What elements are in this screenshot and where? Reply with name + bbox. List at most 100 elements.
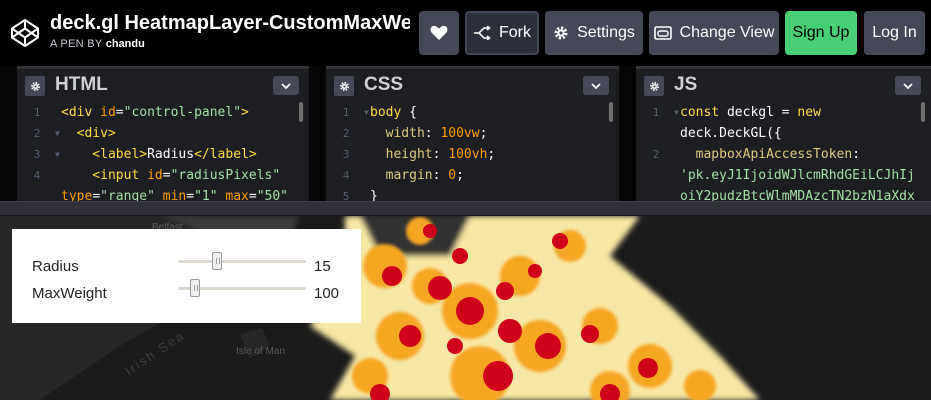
code-text: body { [370,102,417,123]
byline-prefix: A PEN BY [50,38,103,50]
code-token: > [241,105,249,120]
code-token: <input [61,168,148,183]
code-token: const [680,105,727,120]
line-number: 5 [342,190,350,201]
code-token: : [852,147,861,162]
code-line[interactable]: 5} [326,186,619,201]
radius-slider[interactable] [178,260,306,263]
fork-label: Fork [499,24,531,41]
code-token: = [115,105,124,120]
css-code[interactable]: 1 ▼ body {2 width: 100vw; 3 height: 100vh; 4… [326,102,619,201]
editor-resizer-html-css[interactable] [309,66,326,201]
code-text: } [370,186,378,201]
code-line[interactable]: 3 ▼ <label>Radius</label> [17,144,309,165]
change-view-button[interactable]: Change View [649,11,779,55]
codepen-logo-icon[interactable] [10,18,40,48]
author-link[interactable]: chandu [106,38,145,50]
code-token: "radiusPixels" [170,168,281,183]
code-line[interactable]: 2 mapboxApiAccessToken: [636,144,931,165]
code-token: "50" [256,189,289,201]
code-line[interactable]: 1 ▼ const deckgl = new [636,102,931,123]
js-collapse-button[interactable] [895,76,921,95]
map-label-isle-of-man: Isle of Man [236,346,285,357]
code-line[interactable]: 'pk.eyJ1IjoidWJlcmRhdGEiLCJhIj [636,165,931,186]
editor-resizer-css-js[interactable] [619,66,636,201]
code-token: "range" [100,189,163,201]
css-settings-button[interactable] [334,76,354,96]
code-line[interactable]: 4 margin: 0; [326,165,619,186]
code-line[interactable]: 4 <input id="radiusPixels" [17,165,309,186]
code-token: <label> [61,147,148,162]
html-scrollbar[interactable] [299,102,303,122]
code-token: deckgl = [726,105,798,120]
fold-arrow-icon[interactable]: ▼ [55,123,60,144]
code-token: : [432,168,449,183]
control-panel: Radius 15 MaxWeight 100 [12,229,361,323]
code-line[interactable]: 1 <div id="control-panel"> [17,102,309,123]
code-line[interactable]: 1 ▼ body { [326,102,619,123]
max-weight-slider-thumb[interactable] [189,279,200,297]
html-collapse-button[interactable] [273,76,299,95]
css-editor-header: CSS [326,66,619,99]
settings-button[interactable]: Settings [545,11,643,55]
html-code[interactable]: 1 <div id="control-panel"> 2 ▼ <div> 3 ▼ <lab… [17,102,309,201]
code-token: <div [61,105,101,120]
code-token: <div> [61,126,116,141]
sign-up-button[interactable]: Sign Up [785,11,857,55]
css-collapse-button[interactable] [583,76,609,95]
code-token: 100vh [448,147,488,162]
pen-byline: A PEN BY chandu [50,38,145,50]
code-token: type [61,189,93,201]
html-editor: HTML 1 <div id="control-panel"> 2 ▼ <div> 3 ▼… [17,66,309,201]
editor-preview-splitter[interactable] [0,201,931,216]
fold-arrow-icon[interactable]: ▼ [674,102,679,123]
fork-icon [474,26,491,40]
code-text: type="range" min="1" max="50" [61,186,288,201]
line-number: 3 [33,148,41,161]
fold-arrow-icon[interactable]: ▼ [364,102,369,123]
love-button[interactable] [419,11,459,55]
chevron-down-icon [591,82,601,89]
gear-icon [649,81,659,91]
fork-button[interactable]: Fork [465,11,539,55]
html-settings-button[interactable] [25,76,45,96]
line-number: 4 [342,169,350,182]
code-text: <label>Radius</label> [61,144,256,165]
js-editor: JS 1 ▼ const deckgl = new deck.DeckGL({ 2 ma… [636,66,931,201]
code-line[interactable]: 2 width: 100vw; [326,123,619,144]
js-editor-title: JS [674,74,698,95]
code-token: = [186,189,195,201]
code-line[interactable]: 3 height: 100vh; [326,144,619,165]
line-number: 2 [342,127,350,140]
js-editor-header: JS [636,66,931,99]
code-token: : [432,147,449,162]
log-in-button[interactable]: Log In [864,11,925,55]
js-settings-button[interactable] [644,76,664,96]
chevron-down-icon [903,82,913,89]
code-line[interactable]: deck.DeckGL({ [636,123,931,144]
radius-slider-thumb[interactable] [211,252,222,270]
code-token: deck.DeckGL({ [680,126,782,141]
code-token: 0 [448,168,457,183]
css-editor-title: CSS [364,74,404,95]
css-editor: CSS 1 ▼ body {2 width: 100vw; 3 height: 100… [326,66,619,201]
change-view-label: Change View [679,24,775,41]
fold-arrow-icon[interactable]: ▼ [55,144,60,165]
js-scrollbar[interactable] [921,102,925,122]
css-scrollbar[interactable] [609,102,613,122]
code-token: max [225,189,249,201]
line-number: 2 [33,127,41,140]
code-line[interactable]: oiY2pudzBtcWlmMDAzcTN2bzN1aXdx [636,186,931,201]
editor-resizer-left[interactable] [0,66,17,201]
chevron-down-icon [281,82,291,89]
result-preview[interactable]: Belfast Irish Sea Isle of Man Radius 15 … [0,216,931,400]
radius-label: Radius [32,258,79,275]
code-text: <div id="control-panel"> [61,102,249,123]
code-token: { [409,105,417,120]
code-line[interactable]: 2 ▼ <div> [17,123,309,144]
heart-icon [430,25,448,40]
js-code[interactable]: 1 ▼ const deckgl = new deck.DeckGL({ 2 mapbo… [636,102,931,201]
max-weight-label: MaxWeight [32,285,107,302]
code-token: height [370,147,433,162]
code-line[interactable]: type="range" min="1" max="50" [17,186,309,201]
